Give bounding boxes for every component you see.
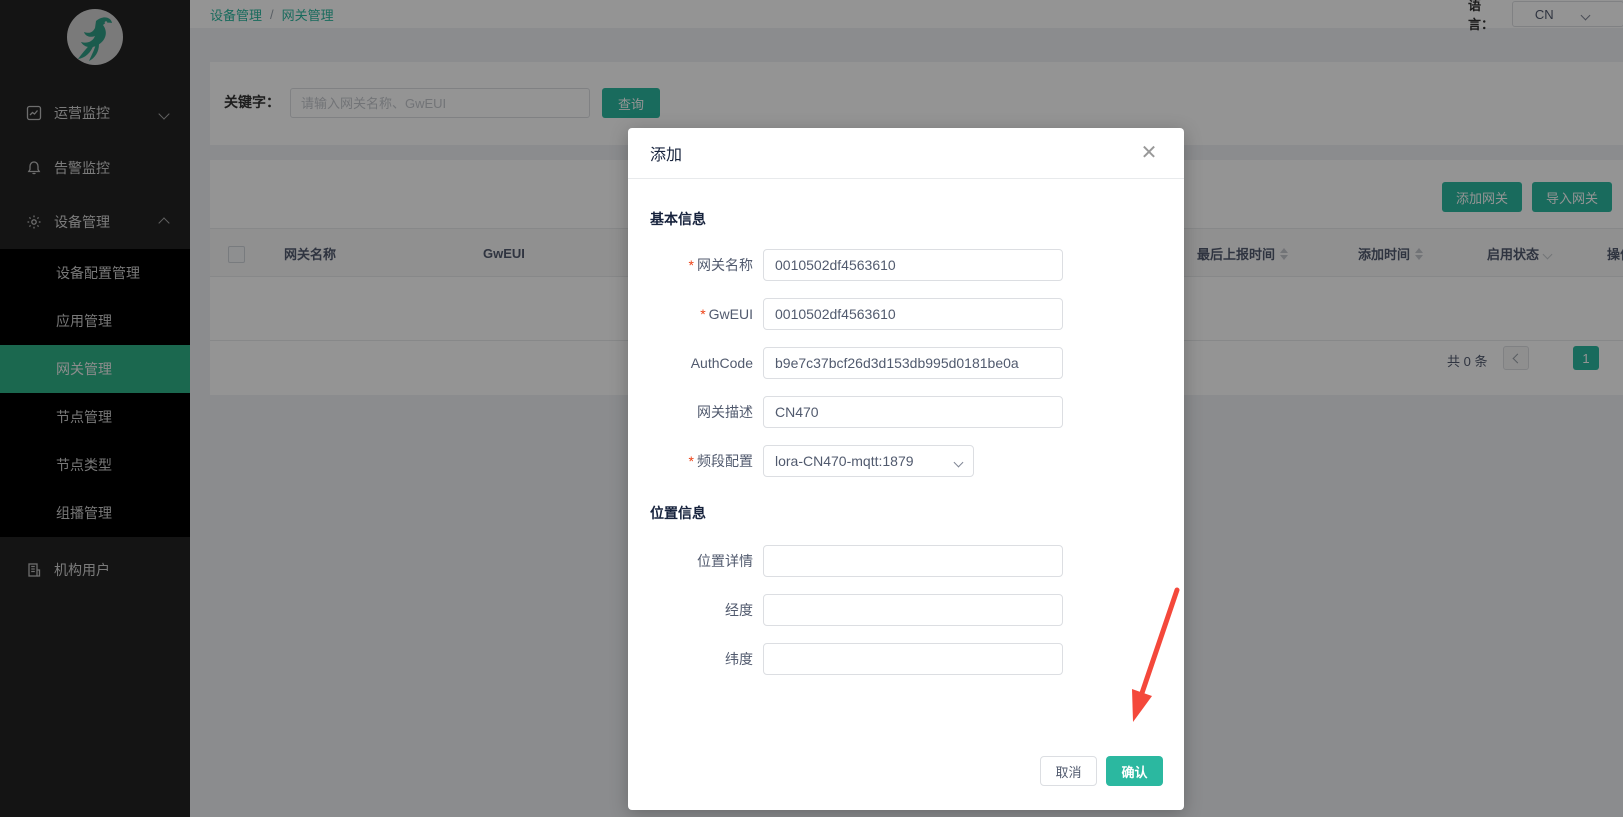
field-label: 经度 — [725, 602, 753, 618]
modal-header: 添加 ✕ — [628, 128, 1184, 179]
form-row-band-config: *频段配置 lora-CN470-mqtt:1879 — [628, 445, 1184, 477]
modal-footer: 取消 确认 — [1040, 756, 1163, 786]
close-icon[interactable]: ✕ — [1138, 142, 1160, 164]
band-config-value: lora-CN470-mqtt:1879 — [775, 453, 914, 469]
modal-body: 基本信息 *网关名称 *GwEUI AuthCode 网关描述 *频段配置 lo… — [628, 179, 1184, 675]
section-title-location-info: 位置信息 — [650, 503, 1184, 523]
form-row-authcode: AuthCode — [628, 347, 1184, 379]
form-row-location-detail: 位置详情 — [628, 545, 1184, 577]
cancel-button[interactable]: 取消 — [1040, 756, 1097, 786]
gateway-description-input[interactable] — [763, 396, 1063, 428]
form-row-latitude: 纬度 — [628, 643, 1184, 675]
field-label: 网关名称 — [697, 257, 753, 273]
location-detail-input[interactable] — [763, 545, 1063, 577]
form-row-longitude: 经度 — [628, 594, 1184, 626]
gateway-name-input[interactable] — [763, 249, 1063, 281]
required-mark: * — [700, 306, 705, 322]
field-label: 频段配置 — [697, 453, 753, 469]
longitude-input[interactable] — [763, 594, 1063, 626]
authcode-input[interactable] — [763, 347, 1063, 379]
gweui-input[interactable] — [763, 298, 1063, 330]
band-config-select[interactable]: lora-CN470-mqtt:1879 — [763, 445, 974, 477]
chevron-down-icon — [955, 453, 962, 469]
modal-title: 添加 — [650, 141, 682, 165]
field-label: GwEUI — [709, 306, 753, 322]
latitude-input[interactable] — [763, 643, 1063, 675]
form-row-gateway-description: 网关描述 — [628, 396, 1184, 428]
form-row-gateway-name: *网关名称 — [628, 249, 1184, 281]
section-title-basic-info: 基本信息 — [650, 209, 1184, 229]
field-label: 纬度 — [725, 651, 753, 667]
field-label: AuthCode — [691, 355, 753, 371]
required-mark: * — [689, 453, 694, 469]
gateway-management-page: { "colors": { "accent": "#2bb8a0", "side… — [0, 0, 1623, 817]
field-label: 位置详情 — [697, 553, 753, 569]
form-row-gweui: *GwEUI — [628, 298, 1184, 330]
required-mark: * — [689, 257, 694, 273]
add-gateway-modal: 添加 ✕ 基本信息 *网关名称 *GwEUI AuthCode 网关描述 *频段… — [628, 128, 1184, 810]
field-label: 网关描述 — [697, 404, 753, 420]
confirm-button[interactable]: 确认 — [1106, 756, 1163, 786]
